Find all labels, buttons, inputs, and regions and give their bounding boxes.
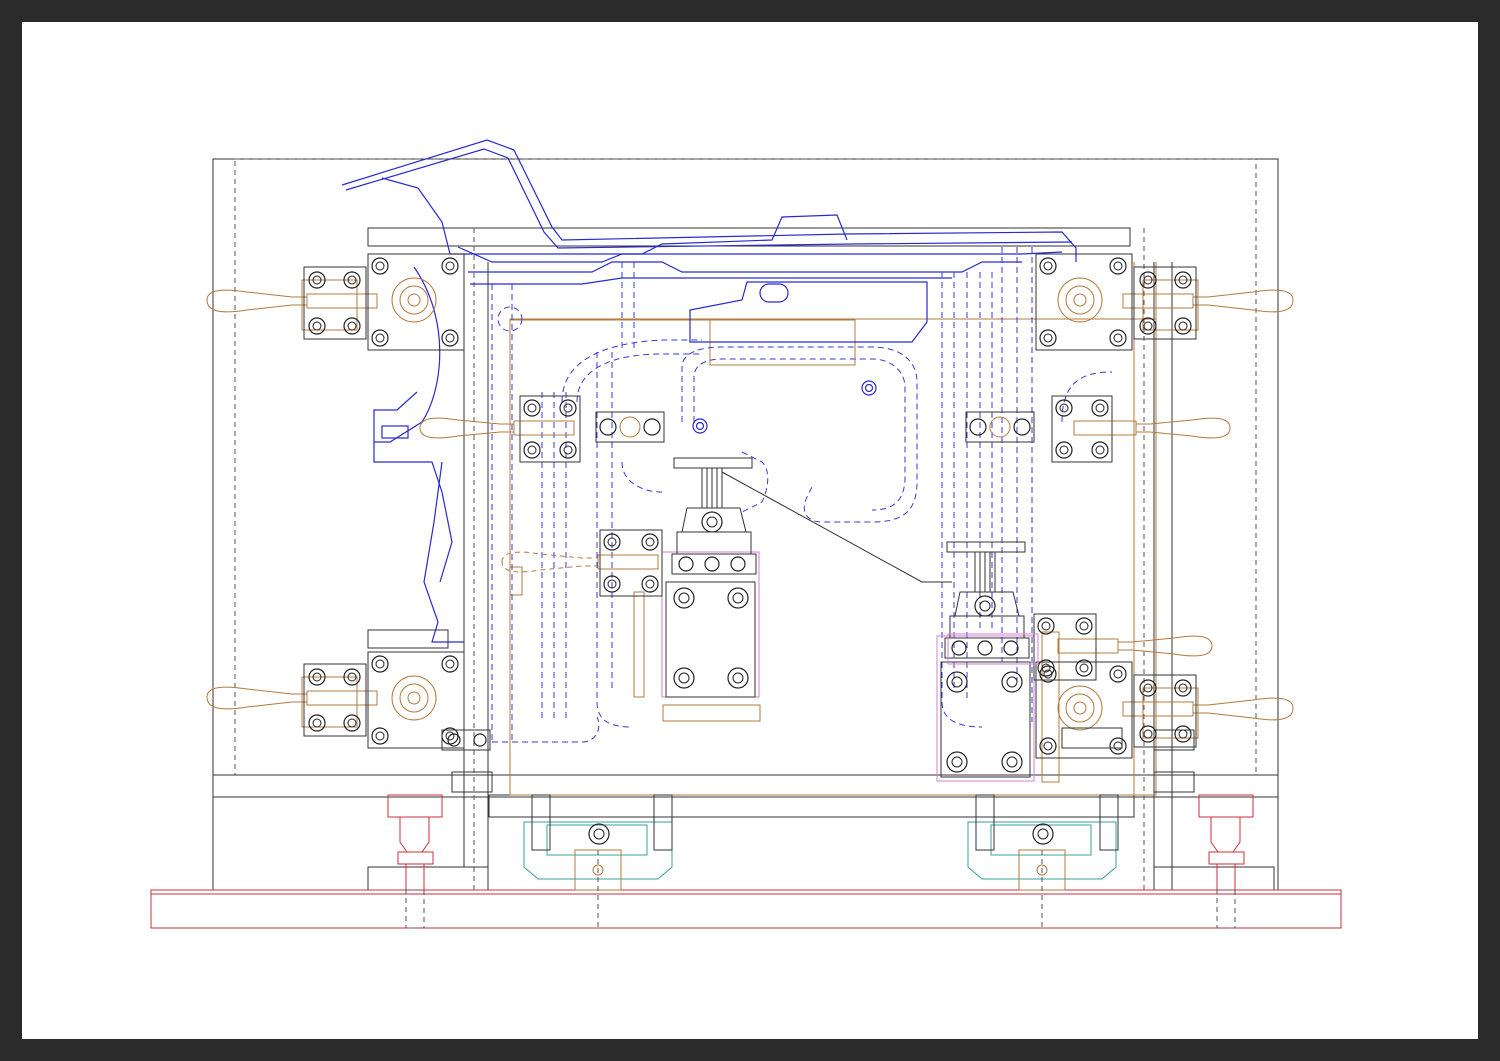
- toggle-clamp-bottom-right: [1035, 661, 1294, 759]
- leveling-foot-right: [1198, 794, 1254, 929]
- base-plate: [150, 889, 1342, 929]
- toggle-clamp-mid-right: [965, 395, 1231, 463]
- toggle-clamp-center-left: [501, 529, 663, 597]
- locating-pin-left: [671, 457, 757, 575]
- toggle-clamp-bottom-left: [206, 651, 465, 749]
- leveling-foot-left: [387, 794, 443, 929]
- toggle-clamp-top-right: [1035, 253, 1294, 351]
- drawing-sheet: [22, 22, 1478, 1039]
- fixture-drawing: [150, 139, 1342, 929]
- locating-pin-right: [944, 541, 1030, 659]
- slide-unit-left: [523, 794, 673, 928]
- slide-unit-right: [967, 794, 1119, 928]
- toggle-clamp-top-left: [206, 253, 465, 351]
- frame-hardware: [441, 727, 1195, 793]
